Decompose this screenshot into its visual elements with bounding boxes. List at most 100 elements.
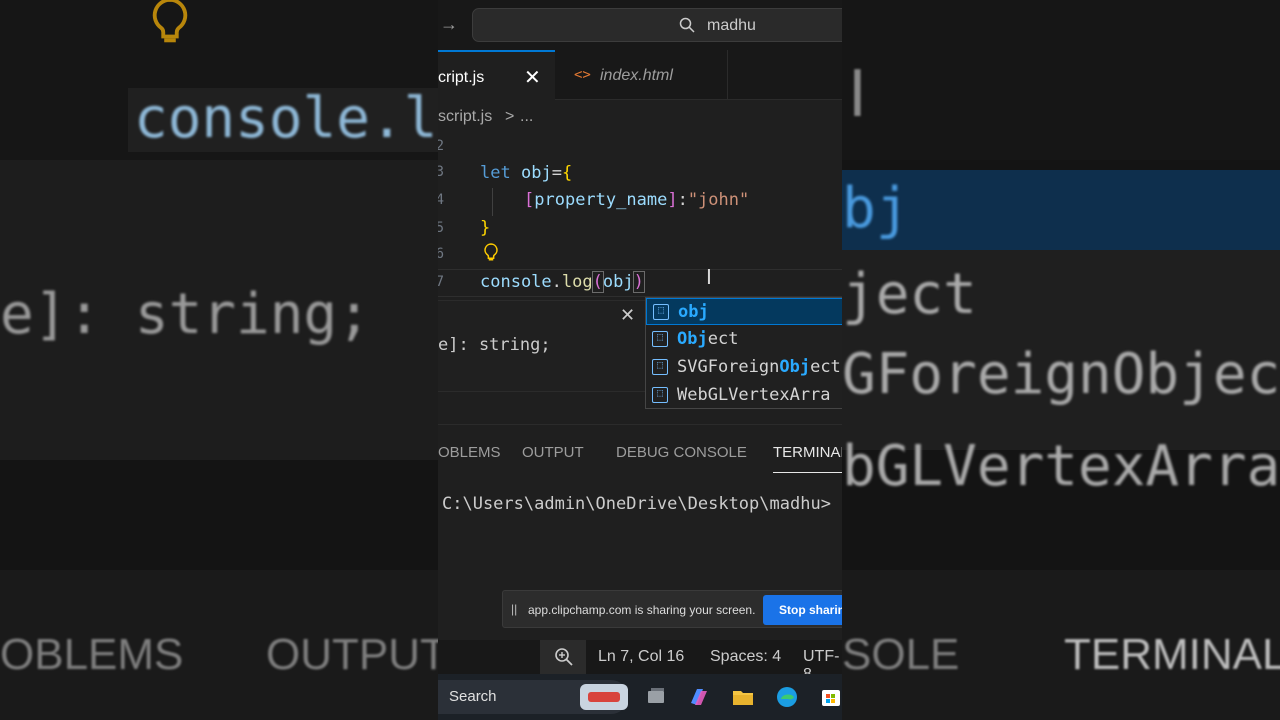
open-bracket: [ xyxy=(524,190,535,210)
suggestion-item-obj[interactable]: ⬚ obj xyxy=(646,298,842,325)
open-brace: { xyxy=(561,163,573,183)
breadcrumb-separator: > xyxy=(505,108,515,125)
tab-problems[interactable]: OBLEMS xyxy=(438,444,501,461)
breadcrumb-file[interactable]: script.js xyxy=(438,108,492,126)
close-paren: ) xyxy=(632,271,645,293)
suggestion-match: Obj xyxy=(677,329,708,349)
active-tab-indicator xyxy=(773,472,842,473)
panel-tabs: OBLEMS OUTPUT DEBUG CONSOLE TERMINAL xyxy=(438,425,842,475)
parameter-hint-popup: ✕ e]: string; xyxy=(438,300,646,392)
task-view-icon[interactable] xyxy=(644,685,668,709)
breadcrumb-more[interactable]: ... xyxy=(520,108,533,126)
suggestion-item-object[interactable]: ⬚ Object xyxy=(646,326,842,353)
suggestion-suffix: ect xyxy=(707,329,739,349)
screen-sharing-bar: || app.clipchamp.com is sharing your scr… xyxy=(502,590,842,628)
html-file-icon: <> xyxy=(574,67,591,83)
backdrop-svg: GForeignObjec xyxy=(842,342,1280,407)
suggestion-widget: ⬚ obj ⬚ Object ⬚ SVGForeignObject ⬚ WebG… xyxy=(645,297,842,409)
colon: : xyxy=(677,190,688,210)
code-line-3: let obj={ xyxy=(480,163,572,183)
search-icon xyxy=(679,17,695,33)
backdrop-code: console.l xyxy=(134,86,438,151)
suggestion-prefix: WebGLVertexArra xyxy=(677,385,831,405)
line-number: 7 xyxy=(438,274,444,290)
suggestion-item-webglvertexarray[interactable]: ⬚ WebGLVertexArra xyxy=(646,382,842,409)
terminal-prompt[interactable]: C:\Users\admin\OneDrive\Desktop\madhu> xyxy=(442,494,831,514)
title-bar: → madhu xyxy=(438,0,842,50)
tab-output[interactable]: OUTPUT xyxy=(522,444,584,461)
store-icon[interactable] xyxy=(819,685,842,709)
identifier-obj: obj xyxy=(520,163,552,183)
identifier-property-name: property_name xyxy=(534,190,668,210)
close-icon[interactable]: ✕ xyxy=(620,305,635,326)
close-brace: } xyxy=(480,218,491,238)
stop-sharing-button[interactable]: Stop sharing xyxy=(763,595,842,625)
vscode-window: → madhu cript.js ✕ <> index.html script.… xyxy=(438,0,842,720)
windows-taskbar: Search xyxy=(438,674,842,720)
pause-icon: || xyxy=(511,602,518,616)
command-center-search[interactable]: madhu xyxy=(472,8,842,42)
edge-icon[interactable] xyxy=(775,685,799,709)
suggestion-suffix: ect xyxy=(810,357,841,377)
taskbar-search[interactable]: Search xyxy=(438,680,628,714)
backdrop-problems: OBLEMS xyxy=(0,630,184,679)
tab-script-js[interactable]: cript.js ✕ xyxy=(438,50,555,100)
zoom-icon xyxy=(555,648,573,666)
backdrop-output: OUTPUT xyxy=(266,630,438,679)
symbol-variable-icon: ⬚ xyxy=(652,331,668,347)
backdrop-webgl: bGLVertexArra xyxy=(842,434,1280,499)
editor-tabs: cript.js ✕ <> index.html xyxy=(438,50,842,100)
string-literal: "john" xyxy=(687,190,750,210)
cursor-position[interactable]: Ln 7, Col 16 xyxy=(598,648,684,666)
hint-text: e]: string; xyxy=(438,335,551,355)
backdrop-console: SOLE xyxy=(842,630,960,679)
line-number: 4 xyxy=(438,192,444,208)
taskbar-search-label: Search xyxy=(449,688,497,705)
tab-debug-console[interactable]: DEBUG CONSOLE xyxy=(616,444,747,461)
breadcrumb: script.js > ... xyxy=(438,100,842,134)
text-cursor-icon: Ⅰ xyxy=(706,265,712,289)
symbol-variable-icon: ⬚ xyxy=(652,387,668,403)
right-backdrop: I bj ject GForeignObjec bGLVertexArra SO… xyxy=(842,0,1280,720)
search-highlight-image xyxy=(580,684,628,710)
code-line-7: console.log(obj) xyxy=(480,271,645,293)
lightbulb-icon[interactable] xyxy=(482,242,500,264)
keyword-let: let xyxy=(480,163,511,183)
indent-guide xyxy=(492,188,493,216)
suggestion-item-svgforeignobject[interactable]: ⬚ SVGForeignObject xyxy=(646,354,842,381)
sharing-message: app.clipchamp.com is sharing your screen… xyxy=(528,603,756,617)
tab-label: cript.js xyxy=(438,69,485,86)
close-icon[interactable]: ✕ xyxy=(524,65,541,90)
search-text: madhu xyxy=(707,17,756,34)
suggestion-prefix: SVGForeign xyxy=(677,357,780,377)
text-cursor-icon: I xyxy=(848,58,867,132)
backdrop-sel: bj xyxy=(842,176,910,241)
backdrop-object: ject xyxy=(842,262,977,327)
symbol-variable-icon: ⬚ xyxy=(653,304,669,320)
file-explorer-icon[interactable] xyxy=(731,685,755,709)
lightbulb-icon xyxy=(152,0,188,43)
left-backdrop: console.l e]: string; OBLEMS OUTPUT xyxy=(0,0,438,720)
zoom-button[interactable] xyxy=(540,640,586,674)
indentation-status[interactable]: Spaces: 4 xyxy=(710,648,781,666)
code-line-4: [property_name]:"john" xyxy=(524,190,749,210)
tab-terminal[interactable]: TERMINAL xyxy=(773,444,842,461)
forward-arrow-icon[interactable]: → xyxy=(440,14,458,35)
backdrop-type: e]: string; xyxy=(0,282,371,347)
identifier-arg-obj: obj xyxy=(602,272,634,292)
code-line-5: } xyxy=(480,218,490,238)
suggestion-match: Obj xyxy=(779,357,811,377)
line-number: 5 xyxy=(438,220,444,236)
symbol-variable-icon: ⬚ xyxy=(652,359,668,375)
copilot-icon[interactable] xyxy=(687,685,711,709)
close-bracket: ] xyxy=(667,190,678,210)
identifier-log: log xyxy=(561,272,593,292)
backdrop-terminal: TERMINAL xyxy=(1064,630,1280,679)
suggestion-match: obj xyxy=(678,302,709,322)
tab-index-html[interactable]: <> index.html xyxy=(556,50,728,100)
status-bar: Ln 7, Col 16 Spaces: 4 UTF-8 xyxy=(438,640,842,683)
line-number: 6 xyxy=(438,246,444,262)
identifier-console: console xyxy=(480,272,552,292)
operator-equals: = xyxy=(551,163,562,183)
tab-label: index.html xyxy=(600,67,673,84)
